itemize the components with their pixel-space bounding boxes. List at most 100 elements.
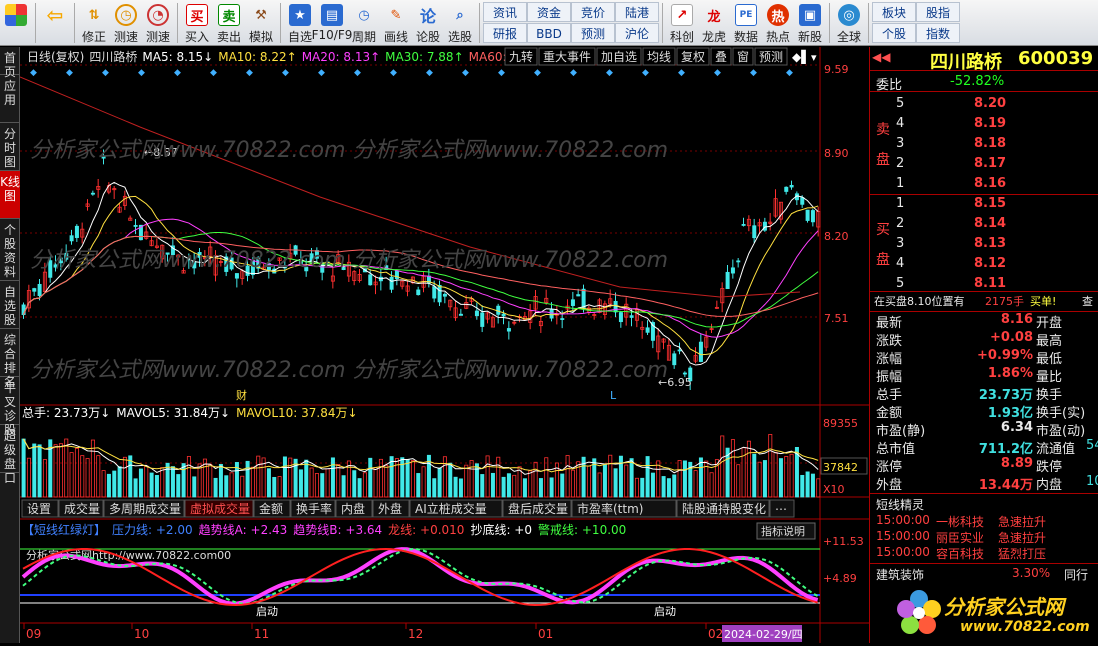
toolbar-button-clock[interactable]: ◔ 测速 bbox=[142, 1, 174, 45]
volume-bar bbox=[709, 472, 714, 498]
indicator-tab-5[interactable]: 换手率 bbox=[296, 501, 332, 516]
toolbar-button-chart[interactable]: ↗ 科创 bbox=[666, 1, 698, 45]
ask-row[interactable]: 2 8.17 bbox=[870, 155, 1098, 174]
panel-collapse-icon[interactable]: ◀◀ bbox=[872, 50, 890, 64]
ask-row[interactable]: 1 8.16 bbox=[870, 175, 1098, 194]
info-line-more[interactable]: 查 bbox=[1082, 293, 1093, 309]
ask-row[interactable]: 3 8.18 bbox=[870, 135, 1098, 154]
left-nav-item[interactable]: 超级盘口 bbox=[0, 425, 20, 485]
toolbar-button-hammer[interactable]: ⚒ 模拟 bbox=[245, 1, 277, 45]
header-button-3[interactable]: 均线 bbox=[647, 50, 671, 64]
volume-bar bbox=[437, 467, 442, 498]
volume-bar bbox=[224, 475, 229, 498]
left-nav-item[interactable]: 首页 bbox=[0, 47, 20, 79]
top-button[interactable]: BBD bbox=[527, 23, 571, 43]
right-button[interactable]: 板块 bbox=[872, 2, 916, 22]
toolbar-button-period[interactable]: ◷ 周期 bbox=[348, 1, 380, 45]
indicator-help-button[interactable]: 指标说明 bbox=[761, 524, 805, 538]
volume-bar bbox=[586, 465, 591, 498]
top-button[interactable]: 预测 bbox=[571, 23, 615, 43]
top-button[interactable]: 资讯 bbox=[483, 2, 527, 22]
right-button[interactable]: 指数 bbox=[916, 23, 960, 43]
dropdown-arrow-icon[interactable]: ▾ bbox=[811, 51, 817, 64]
fullscreen-icon[interactable]: ◆▌ bbox=[792, 49, 810, 64]
event-marker-icon: ◆ bbox=[390, 68, 397, 78]
stat-label2: 换手 bbox=[1036, 388, 1063, 403]
indicator-tab-4[interactable]: 金额 bbox=[259, 501, 283, 516]
jingling-time: 15:00:00 bbox=[876, 545, 930, 559]
sector-more[interactable]: 同行 bbox=[1064, 566, 1088, 583]
indicator-tab-9[interactable]: 盘后成交量 bbox=[508, 501, 568, 516]
left-nav-item[interactable]: 牛叉诊股 bbox=[0, 377, 20, 437]
left-nav-item[interactable]: 自选股 bbox=[0, 281, 20, 329]
toolbar-button-sell[interactable]: 卖卖出 bbox=[213, 1, 245, 45]
indicator-tab-12[interactable]: ⋯ bbox=[775, 502, 787, 516]
toolbar-label: 卖出 bbox=[216, 30, 241, 44]
indicator-tab-10[interactable]: 市盈率(ttm) bbox=[577, 501, 643, 516]
header-button-0[interactable]: 九转 bbox=[509, 49, 533, 64]
indicator-tab-3[interactable]: 虚拟成交量 bbox=[190, 501, 250, 516]
logo-text: 分析家公式网 bbox=[944, 595, 1064, 619]
toolbar-button-dragon[interactable]: 龙龙虎 bbox=[698, 1, 730, 45]
indicator-tab-7[interactable]: 外盘 bbox=[378, 501, 402, 516]
toolbar-button-up-down-arrow[interactable]: ⇅ 修正 bbox=[78, 1, 110, 45]
volume-bar bbox=[85, 458, 90, 498]
stat-label2: 换手(实) bbox=[1036, 406, 1086, 421]
volume-bar bbox=[181, 463, 186, 498]
volume-bar bbox=[560, 473, 565, 498]
top-button[interactable]: 研报 bbox=[483, 23, 527, 43]
right-button[interactable]: 股指 bbox=[916, 2, 960, 22]
left-nav-item[interactable]: 综合排名 bbox=[0, 329, 20, 389]
right-button[interactable]: 个股 bbox=[872, 23, 916, 43]
toolbar-button-timer[interactable]: ◷ 测速 bbox=[110, 1, 142, 45]
toolbar-button-hot[interactable]: 热热点 bbox=[762, 1, 794, 45]
toolbar-button-pe[interactable]: PE 数据 bbox=[730, 1, 762, 45]
volume-bar bbox=[373, 467, 378, 498]
left-nav-item[interactable]: 个股资料 bbox=[0, 219, 20, 281]
bid-row[interactable]: 3 8.13 bbox=[870, 235, 1098, 254]
header-button-1[interactable]: 重大事件 bbox=[543, 50, 591, 64]
top-button[interactable]: 资金 bbox=[527, 2, 571, 22]
header-button-6[interactable]: 窗 bbox=[737, 50, 749, 64]
left-nav-item[interactable]: K线图 bbox=[0, 171, 20, 219]
kline-chart-area[interactable]: 日线(复权) 四川路桥 MA5: 8.15↓ MA10: 8.22↑ MA20: 8.1… bbox=[19, 47, 869, 643]
indicator-tab-11[interactable]: 陆股通持股变化 bbox=[682, 501, 766, 516]
header-button-4[interactable]: 复权 bbox=[681, 50, 705, 64]
jingling-row[interactable]: 15:00:00 一彬科技 急速拉升 bbox=[870, 513, 1098, 529]
toolbar-button-pencil[interactable]: ✎ 画线 bbox=[380, 1, 412, 45]
indicator-tab-6[interactable]: 内盘 bbox=[341, 501, 365, 516]
top-button[interactable]: 竞价 bbox=[571, 2, 615, 22]
toolbar-button-globe[interactable]: ◎ 全球 bbox=[833, 1, 865, 45]
event-marker-icon: ◆ bbox=[534, 68, 541, 78]
bid-row[interactable]: 4 8.12 bbox=[870, 255, 1098, 274]
jingling-row[interactable]: 15:00:00 容百科技 猛烈打压 bbox=[870, 545, 1098, 561]
indicator-tab-1[interactable]: 成交量 bbox=[64, 501, 100, 516]
left-nav-item[interactable]: 分时图 bbox=[0, 123, 20, 171]
bid-row[interactable]: 2 8.14 bbox=[870, 215, 1098, 234]
toolbar-button-ipo[interactable]: ▣ 新股 bbox=[794, 1, 826, 45]
volume-bar bbox=[661, 476, 666, 498]
indicator-tab-8[interactable]: AI立桩成交量 bbox=[415, 501, 487, 516]
ask-row[interactable]: 4 8.19 bbox=[870, 115, 1098, 134]
event-marker-icon: ◆ bbox=[282, 68, 289, 78]
indicator-tab-2[interactable]: 多周期成交量 bbox=[109, 501, 181, 516]
bid-row[interactable]: 1 8.15 bbox=[870, 195, 1098, 214]
toolbar-button-f10[interactable]: ▤ F10/F9 bbox=[312, 1, 352, 45]
toolbar-button-discuss[interactable]: 论论股 bbox=[412, 1, 444, 45]
header-button-7[interactable]: 预测 bbox=[759, 50, 783, 64]
indicator-tab-0[interactable]: 设置 bbox=[27, 502, 51, 516]
toolbar-button-windows-grid[interactable] bbox=[0, 1, 32, 45]
toolbar-button-buy[interactable]: 买买入 bbox=[181, 1, 213, 45]
top-button[interactable]: 陆港 bbox=[615, 2, 659, 22]
stat-label: 涨停 bbox=[876, 460, 903, 475]
toolbar-button-magnifier[interactable]: ⌕ 选股 bbox=[444, 1, 476, 45]
toolbar-button-back-arrow[interactable]: ⇦ bbox=[39, 1, 71, 45]
volume-bar bbox=[693, 470, 698, 498]
jingling-event: 急速拉升 bbox=[998, 515, 1047, 529]
header-button-5[interactable]: 叠 bbox=[715, 50, 727, 64]
header-button-2[interactable]: 加自选 bbox=[601, 50, 637, 64]
top-button[interactable]: 沪伦 bbox=[615, 23, 659, 43]
jingling-row[interactable]: 15:00:00 丽臣实业 急速拉升 bbox=[870, 529, 1098, 545]
ask-row[interactable]: 5 8.20 bbox=[870, 95, 1098, 114]
left-nav-item[interactable]: 应用 bbox=[0, 75, 20, 123]
